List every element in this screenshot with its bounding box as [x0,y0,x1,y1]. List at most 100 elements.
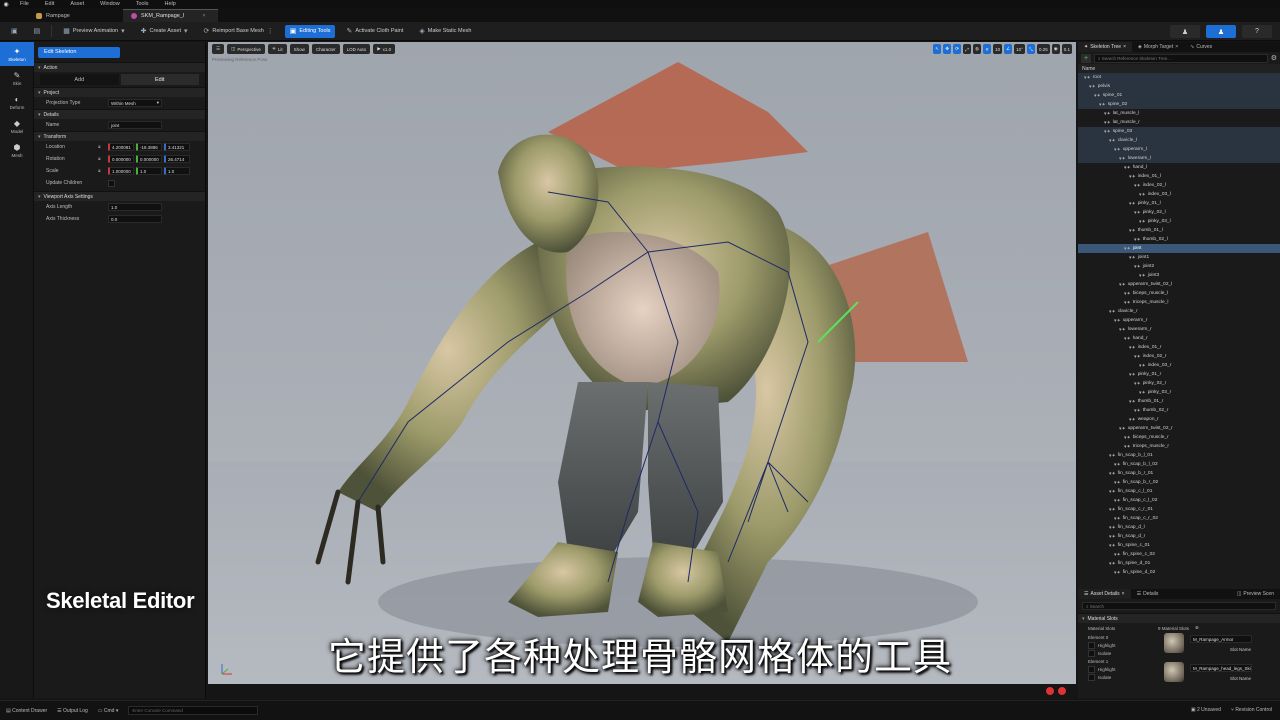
revision-control-button[interactable]: ⑂ Revision Control [1231,707,1272,713]
edit-button[interactable]: Edit [120,74,199,85]
bone-row[interactable]: ▾✦ fin_spine_c_02 [1078,550,1280,559]
details-search-input[interactable]: ⌕ Search [1082,602,1276,610]
bone-row[interactable]: ▾✦ upperarm_l [1078,145,1280,154]
menu-window[interactable]: Window [92,1,128,7]
viewport-axis-section-header[interactable]: ▾ Viewport Axis Settings [34,191,205,201]
bone-row[interactable]: ▾✦ joint [1078,244,1280,253]
bone-row[interactable]: ▾✦ fin_scap_b_l_02 [1078,460,1280,469]
mesh-mode-button[interactable]: ♟ [1206,25,1236,38]
creature-mesh[interactable] [208,42,1076,698]
tab-asset-details[interactable]: ☰ Asset Details × [1078,589,1131,599]
tab-rampage[interactable]: Rampage [28,9,123,22]
projection-type-select[interactable]: Within Mesh ▾ [108,99,162,107]
bone-row[interactable]: ▾✦ fin_scap_c_l_01 [1078,487,1280,496]
axis-thickness-input[interactable]: 0.0 [108,215,162,223]
bone-row[interactable]: ▾✦ fin_spine_d_01 [1078,559,1280,568]
close-tab-icon[interactable]: × [1122,591,1125,597]
add-button[interactable]: Add [40,74,119,85]
lod-auto-button[interactable]: LOD Auto [342,44,371,54]
bone-row[interactable]: ▾✦ fin_scap_b_l_01 [1078,451,1280,460]
bone-row[interactable]: ▾✦ index_01_l [1078,172,1280,181]
activate-cloth-paint-button[interactable]: ✎ Activate Cloth Paint [341,25,408,38]
playback-speed-button[interactable]: ▶ x1.0 [373,44,396,54]
scale-y-input[interactable]: 1.0 [136,167,162,175]
translate-icon[interactable]: ✥ [943,44,952,54]
bone-row[interactable]: ▾✦ upperarm_r [1078,316,1280,325]
bone-row[interactable]: ▾✦ thumb_02_l [1078,235,1280,244]
scale-icon[interactable]: ⤢ [963,44,972,54]
rotation-snap-value[interactable]: 10° [1014,44,1025,54]
bone-row[interactable]: ▾✦ lowerarm_l [1078,154,1280,163]
details-section-header[interactable]: ▾ Details [34,109,205,119]
bone-row[interactable]: ▾✦ index_02_r [1078,352,1280,361]
action-section-header[interactable]: ▾ Action [34,62,205,72]
unsaved-button[interactable]: ▣ 2 Unsaved [1191,707,1221,713]
scale-x-input[interactable]: 1.000000 [108,167,134,175]
mode-model[interactable]: ◆ Model [0,114,34,138]
menu-help[interactable]: Help [157,1,184,7]
bone-row[interactable]: ▾✦ fin_scap_b_r_02 [1078,478,1280,487]
lock-icon[interactable]: 🔒︎ [98,168,108,174]
tab-skm-rampage[interactable]: SKM_Rampage_I × [123,9,218,22]
grid-snap-value[interactable]: 10 [993,44,1003,54]
bone-row[interactable]: ▾✦ joint2 [1078,262,1280,271]
create-asset-button[interactable]: ✚ Create Asset ▾ [136,25,193,38]
bone-row[interactable]: ▾✦ joint1 [1078,253,1280,262]
bone-row[interactable]: ▾✦ hand_l [1078,163,1280,172]
bone-row[interactable]: ▾✦ fin_spine_c_01 [1078,541,1280,550]
skeleton-tree-search-input[interactable]: ⌕ Search Reference Skeleton Tree... [1094,53,1268,63]
show-button[interactable]: Show [289,44,309,54]
mode-skin[interactable]: ✎ Skin [0,66,34,90]
bone-row[interactable]: ▾✦ biceps_muscle_r [1078,433,1280,442]
bone-row[interactable]: ▾✦ fin_scap_d_r [1078,532,1280,541]
location-z-input[interactable]: 3.41321 [164,143,190,151]
make-static-mesh-button[interactable]: ◈ Make Static Mesh [414,25,476,38]
tab-morph-target[interactable]: ◈ Morph Target × [1132,42,1184,52]
world-space-icon[interactable]: ◍ [973,44,982,54]
mode-deform[interactable]: ◐ Deform [0,90,34,114]
bone-row[interactable]: ▾✦ joint3 [1078,271,1280,280]
tab-preview-scene[interactable]: ◫ Preview Scen [1231,589,1280,599]
menu-asset[interactable]: Asset [62,1,92,7]
bone-row[interactable]: ▾✦ lowerarm_r [1078,325,1280,334]
scale-z-input[interactable]: 1.0 [164,167,190,175]
reimport-base-mesh-button[interactable]: ⟳ Reimport Base Mesh ⋮ [199,25,279,38]
tab-details[interactable]: ☰ Details [1131,589,1165,599]
project-section-header[interactable]: ▾ Project [34,87,205,97]
bone-row[interactable]: ▾✦ index_02_l [1078,181,1280,190]
location-y-input[interactable]: -18.3886 [136,143,162,151]
menu-file[interactable]: File [12,1,37,7]
material-slots-section-header[interactable]: ▾ Material Slots [1078,613,1280,623]
rotation-z-input[interactable]: 26.4714 [164,155,190,163]
lock-icon[interactable]: 🔒︎ [98,144,108,150]
settings-gear-icon[interactable]: ⚙ [1271,54,1277,62]
bone-row[interactable]: ▾✦ fin_scap_c_r_01 [1078,505,1280,514]
bone-row[interactable]: ▾✦ index_03_l [1078,190,1280,199]
bone-row[interactable]: ▾✦ pinky_01_r [1078,370,1280,379]
console-command-input[interactable]: Enter Console Command [128,706,259,715]
unreal-logo-icon[interactable]: ◉ [0,0,12,8]
bone-row[interactable]: ▾✦ triceps_muscle_l [1078,298,1280,307]
bone-row[interactable]: ▾✦ spine_03 [1078,127,1280,136]
bone-row[interactable]: ▾✦ fin_spine_d_02 [1078,568,1280,577]
menu-edit[interactable]: Edit [37,1,62,7]
skeleton-mode-button[interactable]: ♟ [1170,25,1200,38]
select-mode-icon[interactable]: ↖ [933,44,942,54]
bone-row[interactable]: ▾✦ fin_scap_c_r_02 [1078,514,1280,523]
close-tab-icon[interactable]: × [1123,44,1126,50]
viewport-timeline[interactable] [208,684,1076,698]
bone-row[interactable]: ▾✦ fin_scap_d_l [1078,523,1280,532]
lit-button[interactable]: ☀ Lit [267,44,287,54]
tab-curves[interactable]: ∿ Curves [1184,42,1218,52]
axis-length-input[interactable]: 1.0 [108,203,162,211]
bone-row[interactable]: ▾✦ pelvis [1078,82,1280,91]
record-icon[interactable] [1046,687,1054,695]
bone-row[interactable]: ▾✦ fin_scap_c_l_02 [1078,496,1280,505]
editing-tools-button[interactable]: ▣ Editing Tools [284,24,336,38]
bone-row[interactable]: ▾✦ clavicle_r [1078,307,1280,316]
rotate-icon[interactable]: ⟳ [953,44,962,54]
mode-skeleton[interactable]: ✦ Skeleton [0,42,34,66]
viewport-options-button[interactable]: ☰ [212,44,225,54]
bone-row[interactable]: ▾✦ upperarm_twist_02_r [1078,424,1280,433]
close-tab-icon[interactable]: × [202,13,205,19]
